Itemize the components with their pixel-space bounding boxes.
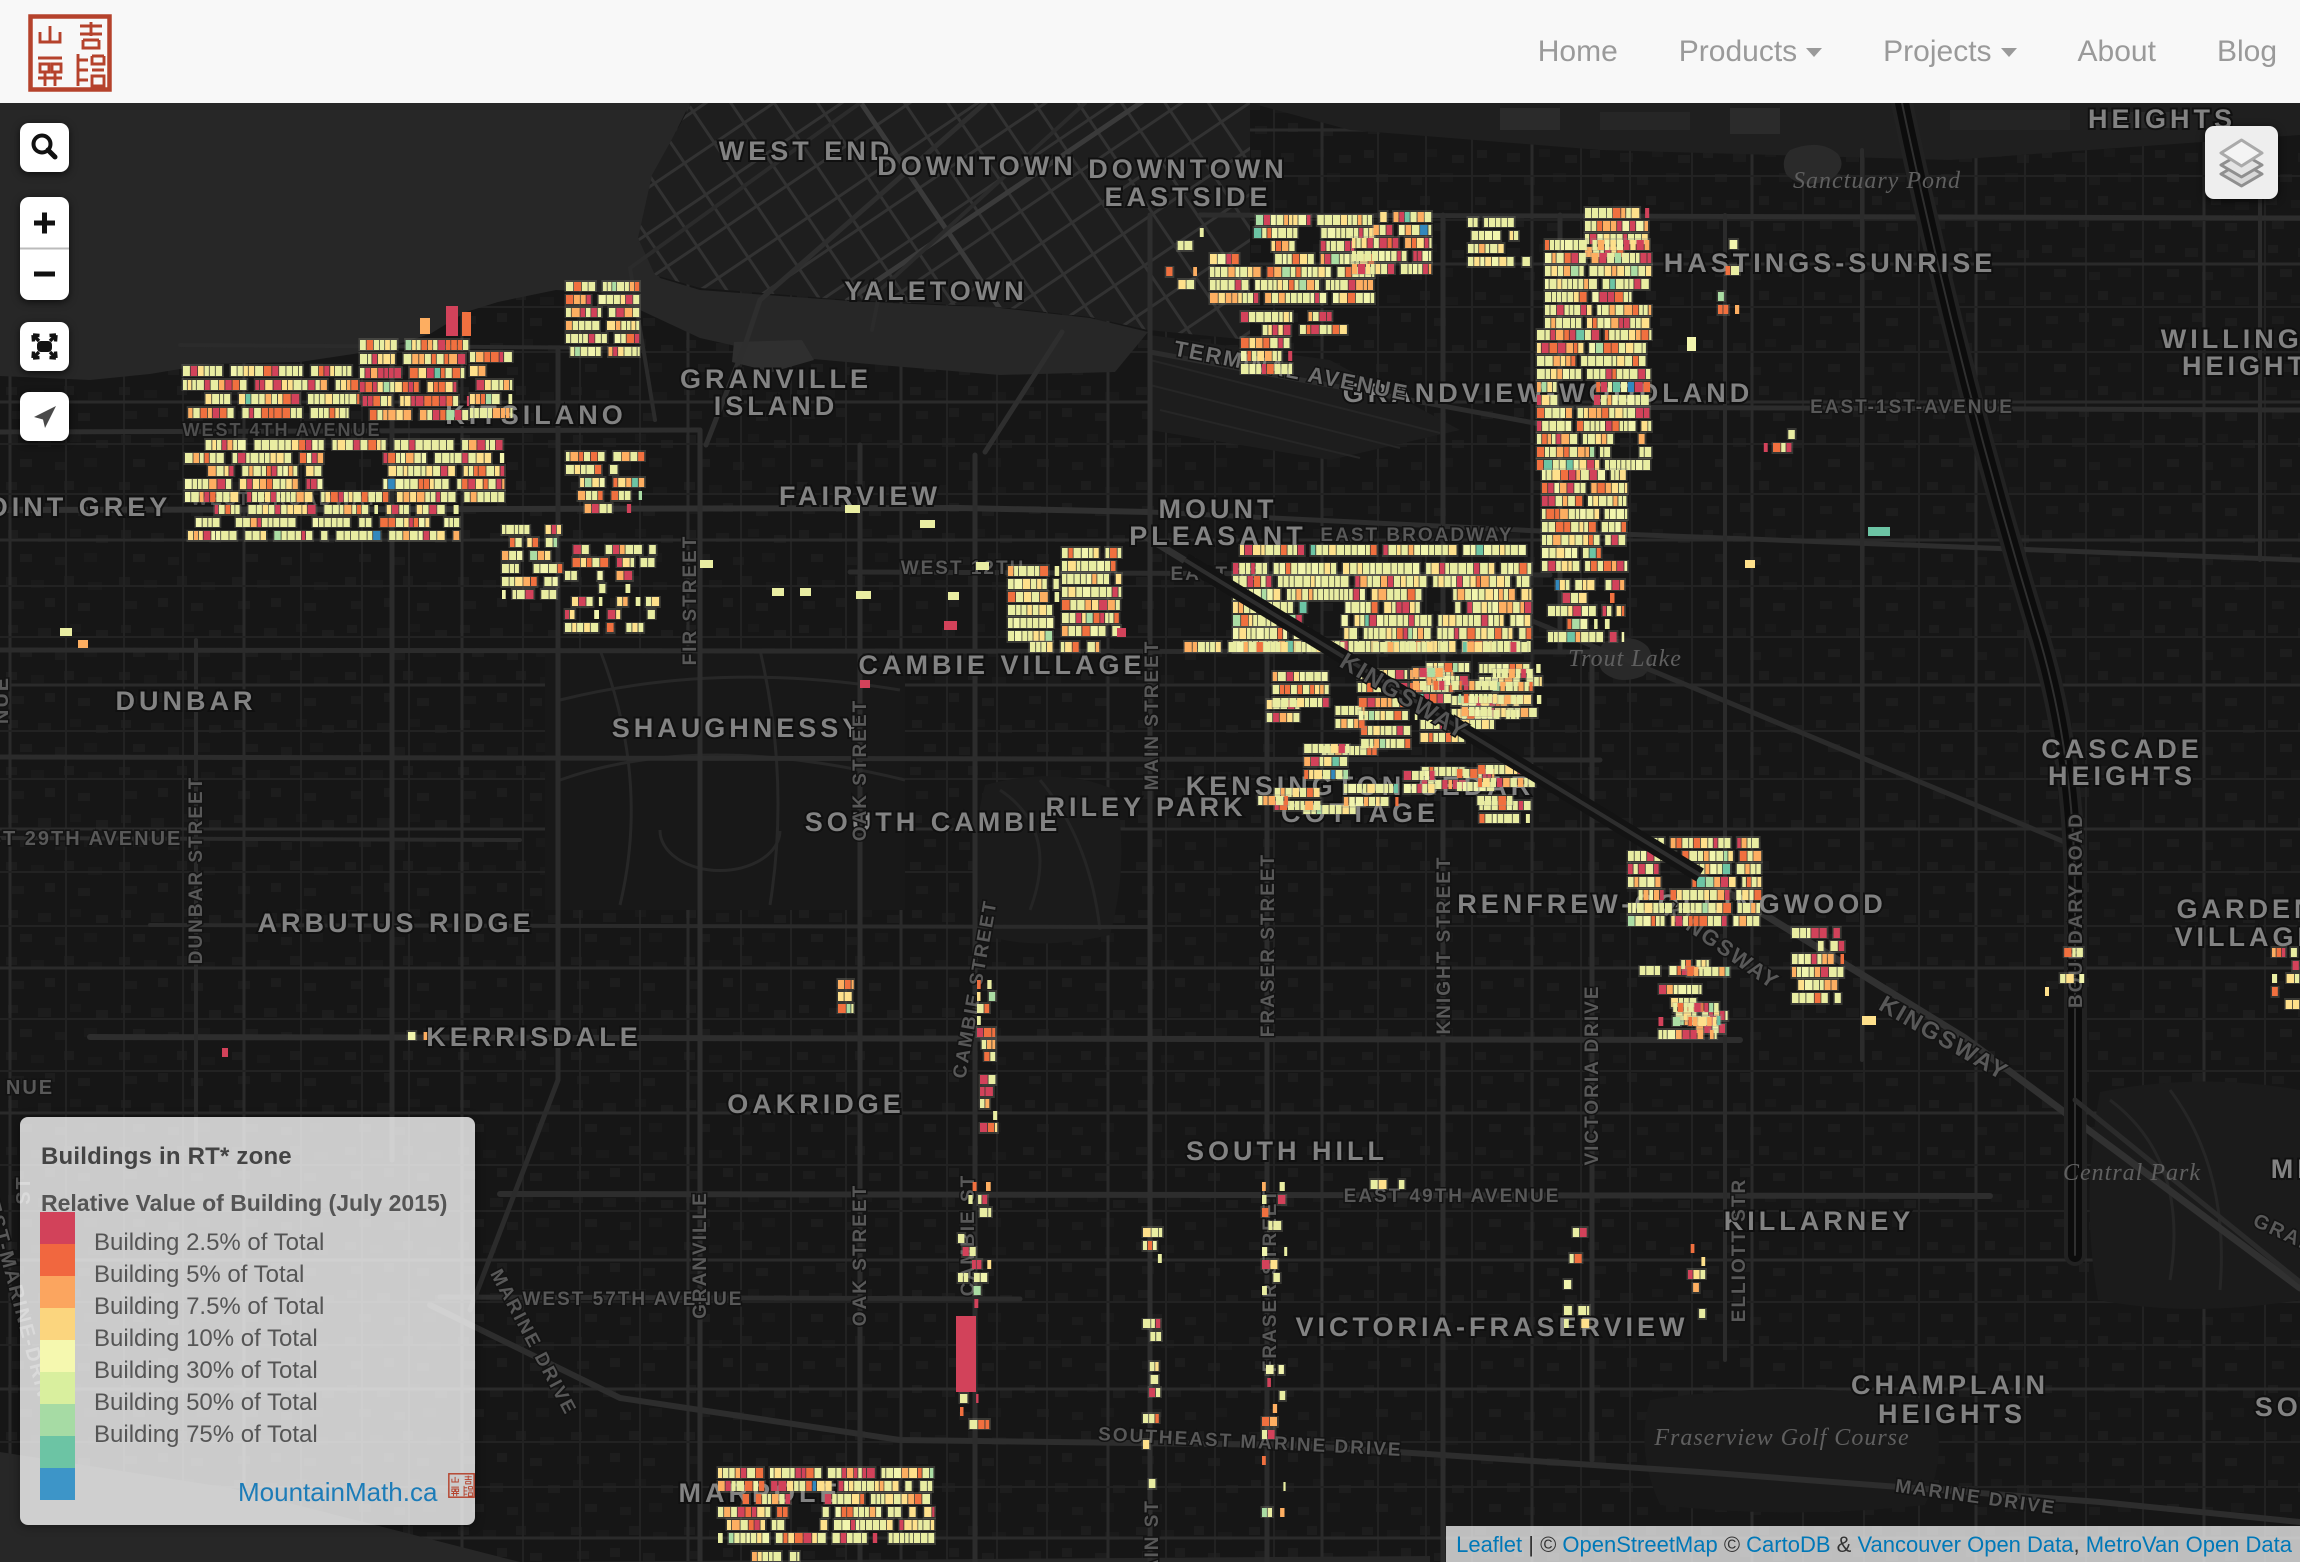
svg-text:DUNBAR: DUNBAR [116, 686, 257, 716]
svg-text:CASCADE: CASCADE [2041, 734, 2203, 764]
svg-text:OAKRIDGE: OAKRIDGE [727, 1089, 905, 1119]
svg-text:GRANVILLE: GRANVILLE [680, 364, 872, 394]
svg-text:OAK STREET: OAK STREET [850, 699, 871, 841]
svg-text:SOUTH HILL: SOUTH HILL [1186, 1136, 1388, 1166]
svg-text:WEST 4TH AVENUE: WEST 4TH AVENUE [182, 420, 381, 440]
svg-text:GARDEN: GARDEN [2176, 894, 2300, 924]
svg-text:VICTORIA DRIVE: VICTORIA DRIVE [1582, 984, 1603, 1165]
svg-text:KERRISDALE: KERRISDALE [426, 1022, 642, 1052]
svg-text:CHAMPLAIN: CHAMPLAIN [1851, 1370, 2049, 1400]
svg-text:POINT GREY: POINT GREY [0, 492, 171, 522]
svg-text:SOUTH CAMBIE: SOUTH CAMBIE [805, 807, 1062, 837]
svg-text:MAIN ST: MAIN ST [1142, 1499, 1163, 1562]
svg-text:HEIGHTS: HEIGHTS [2048, 761, 2196, 791]
svg-text:DOWNTOWN: DOWNTOWN [877, 151, 1076, 181]
svg-text:NUE: NUE [6, 1077, 54, 1099]
svg-text:KNIGHT STREET: KNIGHT STREET [1434, 855, 1455, 1034]
svg-text:SOU: SOU [2255, 1392, 2300, 1422]
svg-text:FIR STREET: FIR STREET [680, 535, 701, 666]
svg-text:ME: ME [2271, 1154, 2300, 1184]
svg-text:WEST END: WEST END [719, 136, 894, 166]
svg-text:ST 29TH AVENUE: ST 29TH AVENUE [0, 828, 182, 850]
svg-text:Fraserview Golf Course: Fraserview Golf Course [1653, 1425, 1909, 1451]
svg-text:EAST-1ST-AVENUE: EAST-1ST-AVENUE [1810, 397, 2014, 418]
svg-text:NUE: NUE [0, 676, 13, 724]
svg-text:KILLARNEY: KILLARNEY [1724, 1206, 1915, 1236]
svg-text:Central Park: Central Park [2063, 1160, 2201, 1186]
svg-text:CAMBIE VILLAGE: CAMBIE VILLAGE [858, 650, 1145, 680]
svg-text:MOUNT: MOUNT [1159, 494, 1278, 524]
svg-text:FRASER STREET: FRASER STREET [1258, 853, 1279, 1037]
svg-text:OAK STREET: OAK STREET [850, 1184, 871, 1326]
svg-text:EASTSIDE: EASTSIDE [1104, 182, 1271, 212]
svg-text:ISLAND: ISLAND [714, 391, 839, 421]
svg-text:DUNBAR STREET: DUNBAR STREET [186, 776, 207, 965]
svg-text:SHAUGHNESSY: SHAUGHNESSY [612, 713, 865, 743]
svg-text:VICTORIA-FRASERVIEW: VICTORIA-FRASERVIEW [1295, 1312, 1688, 1342]
svg-text:ELLIOTT STR: ELLIOTT STR [1729, 1178, 1750, 1322]
svg-text:DOWNTOWN: DOWNTOWN [1088, 154, 1287, 184]
svg-text:ARBUTUS RIDGE: ARBUTUS RIDGE [257, 908, 534, 938]
svg-text:MAIN STREET: MAIN STREET [1142, 640, 1163, 791]
svg-text:Trout Lake: Trout Lake [1568, 646, 1682, 672]
svg-text:WILLINGDO: WILLINGDO [2161, 324, 2300, 354]
svg-text:YALETOWN: YALETOWN [844, 276, 1028, 306]
svg-text:EAST BROADWAY: EAST BROADWAY [1320, 525, 1513, 546]
svg-text:HEIGHTS: HEIGHTS [2182, 351, 2300, 381]
svg-text:GRANVILLE: GRANVILLE [690, 1191, 711, 1319]
svg-text:HASTINGS-SUNRISE: HASTINGS-SUNRISE [1664, 248, 1997, 278]
svg-text:Sanctuary Pond: Sanctuary Pond [1793, 168, 1961, 194]
